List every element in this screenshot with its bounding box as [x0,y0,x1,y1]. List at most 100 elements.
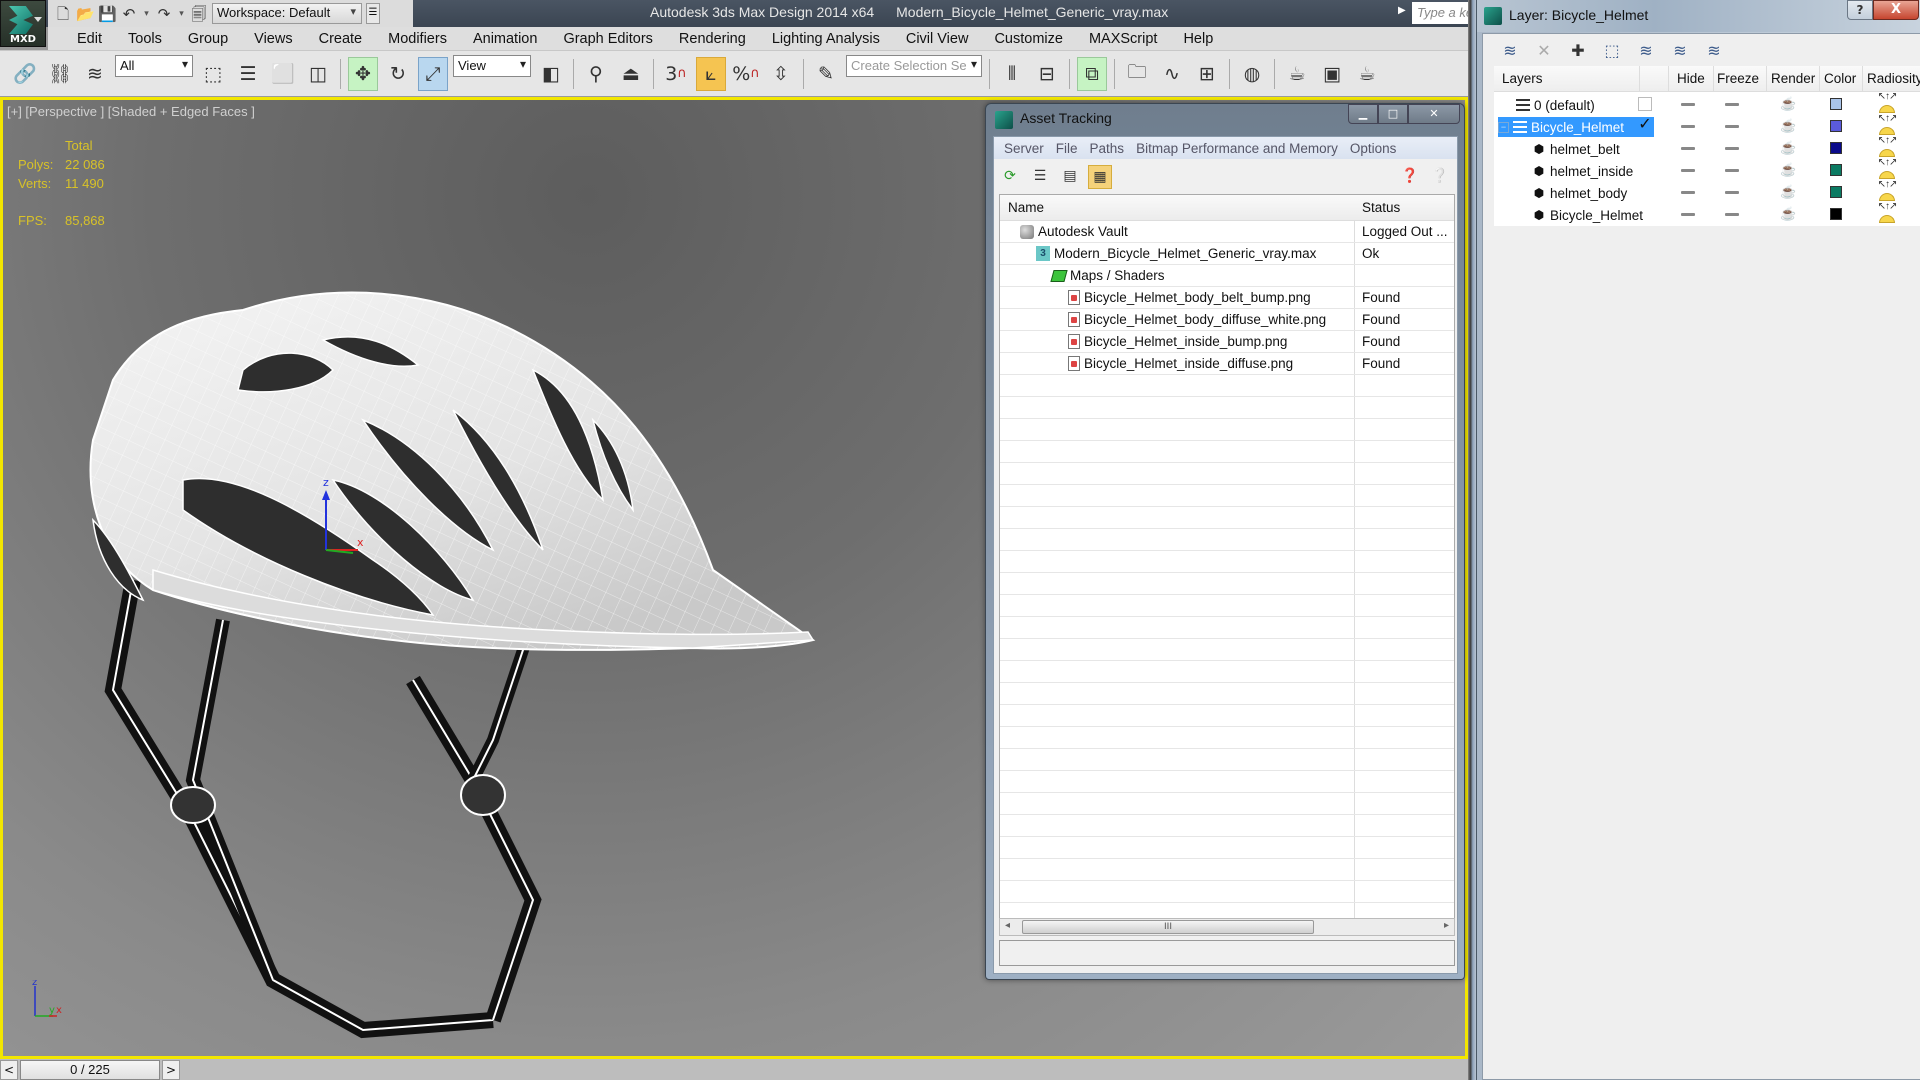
column-header-radiosity[interactable]: Radiosity [1867,71,1920,86]
freeze-toggle[interactable] [1725,213,1739,216]
reference-coordinate-dropdown[interactable]: View [453,55,531,77]
scroll-left-icon[interactable]: ◂ [1005,920,1010,931]
column-header-layers[interactable]: Layers [1502,71,1543,86]
layer-color-swatch[interactable] [1830,142,1842,154]
refresh-icon[interactable]: ⟳ [998,165,1022,189]
radiosity-icon[interactable]: ↖↑↗ [1876,91,1898,114]
new-file-icon[interactable]: 🗋 [54,5,72,23]
layer-name-cell[interactable]: ⬢ helmet_inside [1532,161,1634,181]
hide-toggle[interactable] [1681,191,1695,194]
select-manipulate-icon[interactable]: ⚲ [581,57,611,91]
render-teapot-icon[interactable]: ☕ [1780,184,1796,200]
help-icon[interactable]: ❔ [1428,165,1452,189]
select-and-link-icon[interactable]: 🔗 [10,57,40,91]
radiosity-icon[interactable]: ↖↑↗ [1876,113,1898,136]
select-and-move-icon[interactable]: ✥ [348,56,378,91]
select-by-name-icon[interactable]: ☰ [233,57,263,91]
current-layer-checkbox[interactable]: ✓ [1638,117,1652,133]
asset-row[interactable]: Maps / Shaders [1000,265,1454,287]
table-view-icon[interactable]: ▦ [1088,165,1112,189]
freeze-toggle[interactable] [1725,169,1739,172]
freeze-toggle[interactable] [1725,191,1739,194]
menu-help[interactable]: Help [1170,31,1226,47]
layer-color-swatch[interactable] [1830,208,1842,220]
menu-paths[interactable]: Paths [1084,141,1131,156]
radiosity-icon[interactable]: ↖↑↗ [1876,201,1898,224]
snaps-toggle-icon[interactable]: 3 ∩ [661,57,691,91]
spinner-snap-toggle-icon[interactable]: ⇳ [766,57,796,91]
layer-row[interactable]: 0 (default) ☕ ↖↑↗ [1494,91,1920,115]
asset-row[interactable]: Bicycle_Helmet_inside_diffuse.png Found [1000,353,1454,375]
angle-snap-toggle-icon[interactable]: ⟀ [696,56,726,91]
previous-frame-button[interactable]: < [0,1060,18,1080]
select-and-rotate-icon[interactable]: ↻ [383,57,413,91]
help-button[interactable]: ? [1847,0,1873,20]
menu-civil-view[interactable]: Civil View [893,31,982,47]
curve-editor-icon[interactable]: ∿ [1157,57,1187,91]
asset-row[interactable]: 3 Modern_Bicycle_Helmet_Generic_vray.max O… [1000,243,1454,265]
hide-toggle[interactable] [1681,213,1695,216]
application-menu-button[interactable]: MXD [0,0,46,47]
column-header-hide[interactable]: Hide [1677,71,1705,86]
scene-explorer-icon[interactable]: 🗀 [1122,57,1152,91]
bind-to-space-warp-icon[interactable]: ≋ [80,57,110,91]
menu-bitmap-performance[interactable]: Bitmap Performance and Memory [1130,141,1344,156]
redo-dropdown-icon[interactable]: ▾ [177,9,186,19]
hide-toggle[interactable] [1681,147,1695,150]
select-and-scale-icon[interactable]: ⤢ [418,56,448,91]
list-view-icon[interactable]: ☰ [1028,165,1052,189]
edit-named-selection-icon[interactable]: ✎ [811,57,841,91]
collapse-toggle-icon[interactable]: − [1498,121,1509,133]
named-selection-sets-dropdown[interactable]: Create Selection Se [846,55,982,77]
menu-create[interactable]: Create [306,31,376,47]
hide-unhide-all-icon[interactable]: ≋ [1669,40,1691,62]
menu-group[interactable]: Group [175,31,241,47]
radiosity-icon[interactable]: ↖↑↗ [1876,157,1898,180]
hide-toggle[interactable] [1681,103,1695,106]
menu-rendering[interactable]: Rendering [666,31,759,47]
create-new-layer-icon[interactable]: ≋ [1499,40,1521,62]
freeze-toggle[interactable] [1725,103,1739,106]
mirror-icon[interactable]: ⫴ [997,57,1027,91]
hide-toggle[interactable] [1681,125,1695,128]
menu-animation[interactable]: Animation [460,31,550,47]
workspace-dropdown[interactable]: Workspace: Default [212,3,362,24]
column-header-render[interactable]: Render [1771,71,1815,86]
add-to-layer-icon[interactable]: ✚ [1567,40,1589,62]
layer-object-row[interactable]: ⬢ helmet_body ☕ ↖↑↗ [1494,179,1920,203]
redo-icon[interactable]: ↷ [155,5,173,23]
rectangular-selection-icon[interactable]: ⬜ [268,57,298,91]
close-button[interactable]: X [1873,0,1919,20]
layer-name-cell[interactable]: ⬢ Bicycle_Helmet [1532,205,1643,225]
freeze-toggle[interactable] [1725,147,1739,150]
render-production-icon[interactable]: ☕ [1352,57,1382,91]
menu-tools[interactable]: Tools [115,31,175,47]
layer-properties-icon[interactable]: ≋ [1703,40,1725,62]
column-header-freeze[interactable]: Freeze [1717,71,1759,86]
helmet-model[interactable]: z x [73,220,833,1059]
layer-manager-icon[interactable]: ⧉ [1077,56,1107,91]
save-icon[interactable]: 💾 [98,5,117,23]
layer-object-row[interactable]: ⬢ Bicycle_Helmet ☕ ↖↑↗ [1494,201,1920,225]
undo-dropdown-icon[interactable]: ▾ [142,9,151,19]
menu-file[interactable]: File [1050,141,1084,156]
close-button[interactable]: ✕ [1408,104,1460,124]
window-edge-scrollbar[interactable] [1468,0,1476,1080]
layer-color-swatch[interactable] [1830,186,1842,198]
layer-name-cell[interactable]: − Bicycle_Helmet [1498,117,1655,137]
render-teapot-icon[interactable]: ☕ [1780,140,1796,156]
current-layer-checkbox[interactable] [1638,97,1652,111]
undo-icon[interactable]: ↶ [120,5,138,23]
render-setup-icon[interactable]: ☕ [1282,57,1312,91]
highlight-editable-icon[interactable]: ❓ [1398,165,1422,189]
select-object-icon[interactable]: ⬚ [198,57,228,91]
open-folder-icon[interactable]: 📂 [76,5,95,23]
menu-server[interactable]: Server [998,141,1050,156]
hide-toggle[interactable] [1681,169,1695,172]
infocenter-search-input[interactable]: Type a keyword or phrase [1412,2,1472,24]
render-teapot-icon[interactable]: ☕ [1780,206,1796,222]
column-header-name[interactable]: Name [1008,200,1044,215]
render-teapot-icon[interactable]: ☕ [1780,162,1796,178]
layer-color-swatch[interactable] [1830,98,1842,110]
menu-views[interactable]: Views [241,31,305,47]
